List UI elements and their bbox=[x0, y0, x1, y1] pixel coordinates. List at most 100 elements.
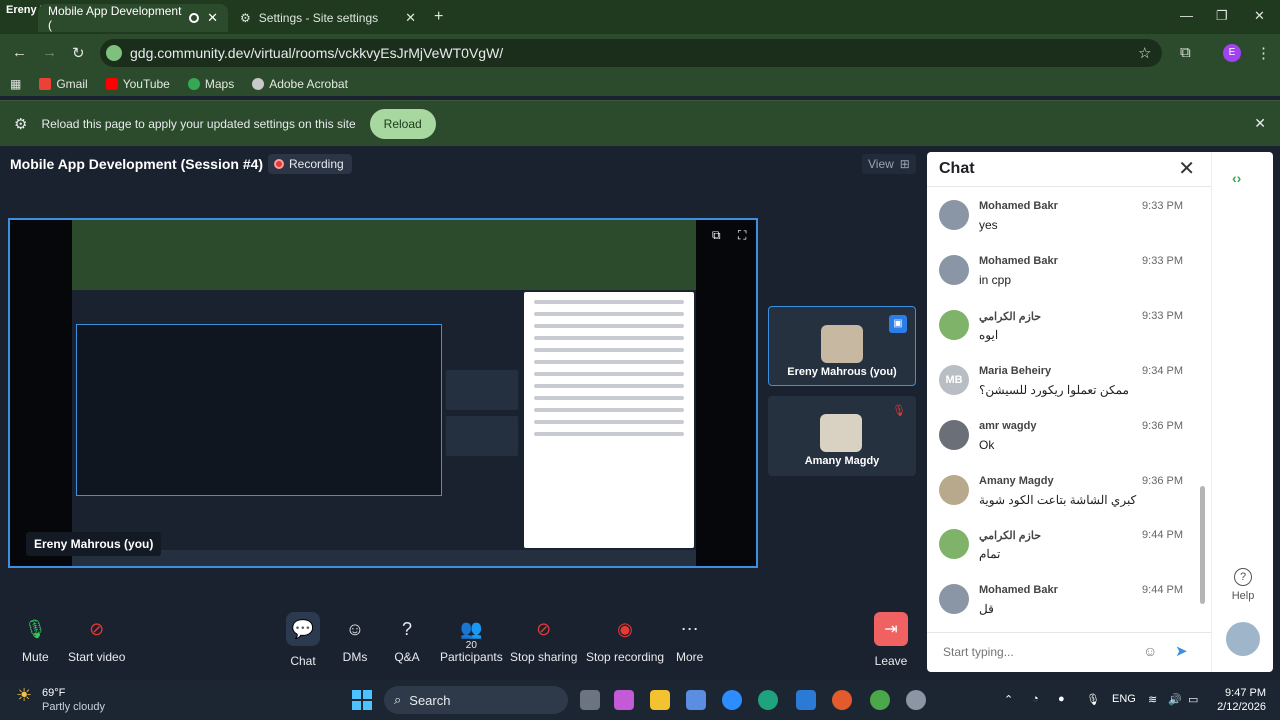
system-clock[interactable]: 9:47 PM 2/12/2026 bbox=[1214, 686, 1266, 714]
more-dots-icon: ⋯ bbox=[680, 618, 699, 639]
file-explorer-icon[interactable] bbox=[650, 690, 670, 710]
apps-icon[interactable]: ▦ bbox=[10, 77, 21, 91]
participants-button[interactable]: 👥 20 Participants bbox=[440, 616, 503, 665]
bookmark-adobe-acrobat[interactable]: Adobe Acrobat bbox=[252, 77, 348, 91]
avatar: MB bbox=[939, 365, 969, 395]
avatar bbox=[939, 420, 969, 450]
minimize-icon[interactable]: — bbox=[1180, 8, 1193, 23]
maps-icon bbox=[187, 78, 200, 90]
view-button[interactable]: View ⊞ bbox=[862, 154, 916, 174]
bookmark-star-icon[interactable]: ☆ bbox=[1138, 44, 1151, 62]
screen-share-badge-icon: ▣ bbox=[889, 315, 907, 333]
settings-icon[interactable] bbox=[906, 690, 926, 710]
zoom-icon[interactable] bbox=[722, 690, 742, 710]
participant-name: Amany Magdy bbox=[804, 455, 880, 467]
participants-icon: 👥 bbox=[460, 618, 483, 639]
avatar[interactable] bbox=[1226, 622, 1260, 656]
muted-mic-icon: 🎙 bbox=[892, 405, 906, 417]
weather-widget[interactable]: ☀ 69°F Partly cloudy bbox=[16, 686, 105, 714]
start-button[interactable] bbox=[352, 690, 372, 710]
restore-icon[interactable]: ❐ bbox=[1216, 8, 1228, 24]
participant-tile[interactable]: ▣ Ereny Mahrous (you) bbox=[768, 306, 916, 386]
profile-avatar[interactable]: E bbox=[1223, 44, 1241, 62]
microphone-icon[interactable]: 🎙 bbox=[1086, 693, 1100, 706]
vscode-icon[interactable] bbox=[796, 690, 816, 710]
leave-button[interactable]: ⇥ Leave bbox=[874, 612, 908, 668]
tab-meeting[interactable]: Mobile App Development ( ✕ bbox=[38, 4, 228, 32]
fullscreen-icon[interactable]: ⛶ bbox=[738, 228, 746, 243]
emoji-icon[interactable]: ☺ bbox=[1143, 643, 1157, 659]
chat-message-input[interactable] bbox=[943, 641, 1133, 663]
more-button[interactable]: ⋯ More bbox=[676, 616, 703, 665]
pop-out-icon[interactable]: ⧉ bbox=[712, 228, 721, 243]
chrome-icon[interactable] bbox=[870, 690, 890, 710]
start-video-button[interactable]: ⊘ Start video bbox=[68, 616, 125, 665]
gmail-icon bbox=[39, 78, 52, 90]
menu-icon[interactable]: ⋮ bbox=[1256, 44, 1271, 62]
edge-icon[interactable] bbox=[758, 690, 778, 710]
reload-button[interactable]: Reload bbox=[369, 108, 436, 139]
grid-view-icon: ⊞ bbox=[899, 157, 910, 171]
wifi-icon[interactable]: ≋ bbox=[1148, 693, 1157, 706]
chat-scrollbar[interactable] bbox=[1200, 190, 1205, 610]
mute-button[interactable]: 🎙 Mute bbox=[22, 616, 49, 665]
volume-icon[interactable]: 🔊 bbox=[1168, 693, 1182, 706]
language-indicator[interactable]: ENG bbox=[1112, 693, 1136, 705]
stop-sharing-button[interactable]: ⊘ Stop sharing bbox=[510, 616, 577, 665]
chat-panel: Chat ✕ Mohamed Bakr 9:33 PM yes Mohamed … bbox=[927, 152, 1211, 672]
shared-taskbar bbox=[72, 550, 696, 566]
divider bbox=[927, 186, 1211, 187]
new-tab-button[interactable]: + bbox=[434, 8, 443, 26]
chat-button[interactable]: 💬 Chat bbox=[286, 612, 320, 668]
store-icon[interactable] bbox=[686, 690, 706, 710]
globe-icon bbox=[252, 78, 265, 90]
tray-app-icon[interactable]: ● bbox=[1058, 693, 1065, 705]
qa-button[interactable]: ? Q&A bbox=[394, 616, 420, 665]
close-tab-icon[interactable]: ✕ bbox=[207, 10, 218, 26]
bookmark-youtube[interactable]: YouTube bbox=[105, 77, 170, 91]
address-bar[interactable]: gdg.community.dev/virtual/rooms/vckkvyEs… bbox=[100, 39, 1162, 67]
reload-infobar: ⚙ Reload this page to apply your updated… bbox=[0, 100, 1280, 146]
participant-tile[interactable]: 🎙 Amany Magdy bbox=[768, 396, 916, 476]
reload-icon[interactable]: ↻ bbox=[72, 44, 85, 62]
help-button[interactable]: ? Help bbox=[1224, 568, 1262, 602]
browser-toolbar: ← → ↻ gdg.community.dev/virtual/rooms/vc… bbox=[0, 34, 1280, 72]
close-infobar-icon[interactable]: ✕ bbox=[1254, 115, 1266, 132]
close-window-icon[interactable]: ✕ bbox=[1254, 8, 1265, 24]
screen-share-view[interactable]: ⧉ ⛶ Ereny Mahrous (you) bbox=[8, 218, 758, 568]
recording-badge: Recording bbox=[268, 154, 352, 174]
tray-app-icon[interactable]: ◔ bbox=[1032, 693, 1039, 705]
avatar bbox=[939, 255, 969, 285]
microphone-icon: 🎙 bbox=[23, 618, 47, 639]
tab-settings[interactable]: ⚙ Settings - Site settings ✕ bbox=[230, 4, 426, 32]
forward-icon[interactable]: → bbox=[42, 44, 57, 61]
back-icon[interactable]: ← bbox=[12, 44, 27, 61]
chat-title: Chat bbox=[939, 160, 975, 177]
dms-button[interactable]: ☺ DMs bbox=[342, 616, 368, 665]
dm-icon: ☺ bbox=[345, 618, 365, 639]
taskbar-search[interactable]: ⌕ Search bbox=[384, 686, 568, 714]
send-icon[interactable]: ➤ bbox=[1175, 642, 1188, 660]
site-info-icon[interactable] bbox=[106, 45, 122, 61]
question-icon: ? bbox=[401, 618, 412, 639]
bookmarks-bar: ▦ Gmail YouTube Maps Adobe Acrobat bbox=[0, 72, 1280, 96]
battery-icon[interactable]: ▭ bbox=[1188, 693, 1198, 706]
nested-screen-share bbox=[76, 324, 442, 496]
search-icon: ⌕ bbox=[394, 692, 402, 707]
task-view-icon[interactable] bbox=[580, 690, 600, 710]
avatar bbox=[939, 529, 969, 559]
tray-chevron-icon[interactable]: ⌃ bbox=[1004, 693, 1013, 706]
bookmark-maps[interactable]: Maps bbox=[187, 77, 234, 91]
leave-icon: ⇥ bbox=[874, 612, 908, 646]
close-tab-icon[interactable]: ✕ bbox=[405, 10, 416, 26]
partly-cloudy-icon: ☀ bbox=[16, 685, 33, 705]
bookmark-gmail[interactable]: Gmail bbox=[39, 77, 88, 91]
scrollbar-thumb[interactable] bbox=[1200, 486, 1205, 604]
stop-recording-button[interactable]: ◉ Stop recording bbox=[586, 616, 664, 665]
app-icon[interactable] bbox=[832, 690, 852, 710]
stop-share-icon: ⊘ bbox=[536, 618, 552, 639]
extensions-icon[interactable]: ⧉ bbox=[1180, 44, 1191, 61]
url-text: gdg.community.dev/virtual/rooms/vckkvyEs… bbox=[130, 45, 504, 61]
close-chat-icon[interactable]: ✕ bbox=[1178, 156, 1195, 181]
copilot-icon[interactable] bbox=[614, 690, 634, 710]
